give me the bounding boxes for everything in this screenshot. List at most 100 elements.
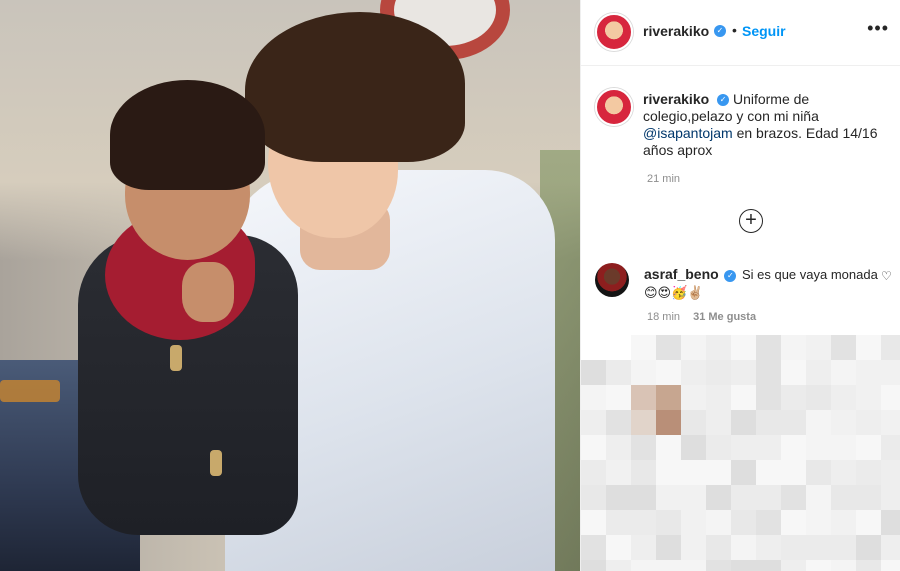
pixelated-cell bbox=[881, 460, 900, 485]
pixelated-cell bbox=[706, 360, 731, 385]
pixelated-cell bbox=[606, 560, 631, 571]
pixelated-cell bbox=[581, 460, 606, 485]
pixelated-cell bbox=[606, 335, 631, 360]
pixelated-cell bbox=[656, 385, 681, 410]
pixelated-cell bbox=[731, 435, 756, 460]
pixelated-cell bbox=[856, 335, 881, 360]
pixelated-cell bbox=[581, 410, 606, 435]
coat-toggle bbox=[210, 450, 222, 476]
pixelated-cell bbox=[731, 360, 756, 385]
author-username[interactable]: riverakiko bbox=[643, 23, 709, 39]
pixelated-cell bbox=[606, 510, 631, 535]
pixelated-cell bbox=[831, 560, 856, 571]
comment-text: asraf_beno ✓ Si es que vaya monada 😊😍🥳✌🏼 bbox=[644, 265, 884, 302]
pixelated-cell bbox=[656, 410, 681, 435]
pixelated-cell bbox=[806, 560, 831, 571]
commenter-username[interactable]: asraf_beno bbox=[644, 266, 719, 282]
pixelated-cell bbox=[581, 510, 606, 535]
pixelated-cell bbox=[781, 460, 806, 485]
pixelated-cell bbox=[781, 385, 806, 410]
caption-mention-link[interactable]: @isapantojam bbox=[643, 125, 733, 141]
pixelated-cell bbox=[806, 435, 831, 460]
pixelated-cell bbox=[681, 435, 706, 460]
comment-likes[interactable]: 31 Me gusta bbox=[693, 311, 756, 323]
pixelated-cell bbox=[781, 560, 806, 571]
pixelated-cell bbox=[606, 485, 631, 510]
pixelated-cell bbox=[831, 385, 856, 410]
comment-timestamp[interactable]: 18 min bbox=[647, 311, 680, 323]
pixelated-cell bbox=[731, 460, 756, 485]
load-more-comments-icon[interactable]: + bbox=[739, 209, 763, 233]
pixelated-cell bbox=[756, 435, 781, 460]
pixelated-cell bbox=[881, 360, 900, 385]
pixelated-cell bbox=[731, 510, 756, 535]
girl-hand bbox=[182, 262, 234, 322]
pixelated-cell bbox=[781, 360, 806, 385]
pixelated-cell bbox=[656, 360, 681, 385]
pixelated-cell bbox=[756, 335, 781, 360]
pixelated-cell bbox=[631, 460, 656, 485]
heart-icon[interactable]: ♡ bbox=[881, 269, 892, 283]
pixelated-cell bbox=[731, 535, 756, 560]
pixelated-cell bbox=[706, 485, 731, 510]
pixelated-cell bbox=[656, 460, 681, 485]
pixelated-cell bbox=[706, 435, 731, 460]
pixelated-cell bbox=[631, 435, 656, 460]
pixelated-cell bbox=[756, 460, 781, 485]
pixelated-cell bbox=[881, 535, 900, 560]
pixelated-cell bbox=[656, 435, 681, 460]
pixelated-cell bbox=[706, 335, 731, 360]
pixelated-cell bbox=[606, 385, 631, 410]
pixelated-cell bbox=[681, 510, 706, 535]
caption-timestamp[interactable]: 21 min bbox=[647, 173, 680, 185]
pixelated-cell bbox=[681, 460, 706, 485]
pixelated-cell bbox=[756, 385, 781, 410]
commenter-avatar[interactable] bbox=[595, 263, 629, 297]
pixelated-cell bbox=[806, 360, 831, 385]
caption-avatar[interactable] bbox=[595, 88, 633, 126]
pixelated-cell bbox=[756, 560, 781, 571]
more-options-icon[interactable]: ••• bbox=[867, 18, 889, 39]
pixelated-cell bbox=[831, 535, 856, 560]
pixelated-cell bbox=[631, 385, 656, 410]
pixelated-cell bbox=[856, 560, 881, 571]
pixelated-cell bbox=[881, 385, 900, 410]
pixelated-cell bbox=[606, 435, 631, 460]
pixelated-cell bbox=[681, 410, 706, 435]
pixelated-cell bbox=[806, 460, 831, 485]
pixelated-cell bbox=[656, 560, 681, 571]
pixelated-cell bbox=[856, 510, 881, 535]
pixelated-cell bbox=[781, 435, 806, 460]
follow-button[interactable]: Seguir bbox=[742, 23, 786, 39]
pixelated-cell bbox=[781, 485, 806, 510]
pixelated-cell bbox=[581, 560, 606, 571]
pixelated-cell bbox=[831, 335, 856, 360]
pixelated-cell bbox=[631, 360, 656, 385]
pixelated-cell bbox=[581, 485, 606, 510]
pixelated-cell bbox=[806, 385, 831, 410]
separator-dot: • bbox=[732, 22, 737, 38]
pixelated-cell bbox=[656, 485, 681, 510]
pixelated-cell bbox=[681, 535, 706, 560]
pixelated-cell bbox=[706, 535, 731, 560]
post-side-panel: riverakiko ✓ • Seguir ••• riverakiko ✓ U… bbox=[580, 0, 900, 571]
pixelated-cell bbox=[781, 510, 806, 535]
pixelated-cell bbox=[756, 510, 781, 535]
pixelated-cell bbox=[581, 435, 606, 460]
pixelated-cell bbox=[631, 535, 656, 560]
verified-badge-icon: ✓ bbox=[714, 25, 726, 37]
pixelated-cell bbox=[706, 510, 731, 535]
pixelated-cell bbox=[756, 410, 781, 435]
post-photo[interactable] bbox=[0, 0, 580, 571]
pixelated-cell bbox=[881, 560, 900, 571]
pixelated-cell bbox=[806, 535, 831, 560]
post-header: riverakiko ✓ • Seguir ••• bbox=[581, 0, 900, 66]
pixelated-cell bbox=[731, 560, 756, 571]
pixelated-cell bbox=[606, 460, 631, 485]
pixelated-cell bbox=[731, 485, 756, 510]
girl-hair bbox=[110, 80, 265, 190]
author-avatar[interactable] bbox=[595, 13, 633, 51]
pixelated-cell bbox=[581, 335, 606, 360]
caption-username[interactable]: riverakiko bbox=[643, 91, 709, 107]
pixelated-cell bbox=[831, 360, 856, 385]
